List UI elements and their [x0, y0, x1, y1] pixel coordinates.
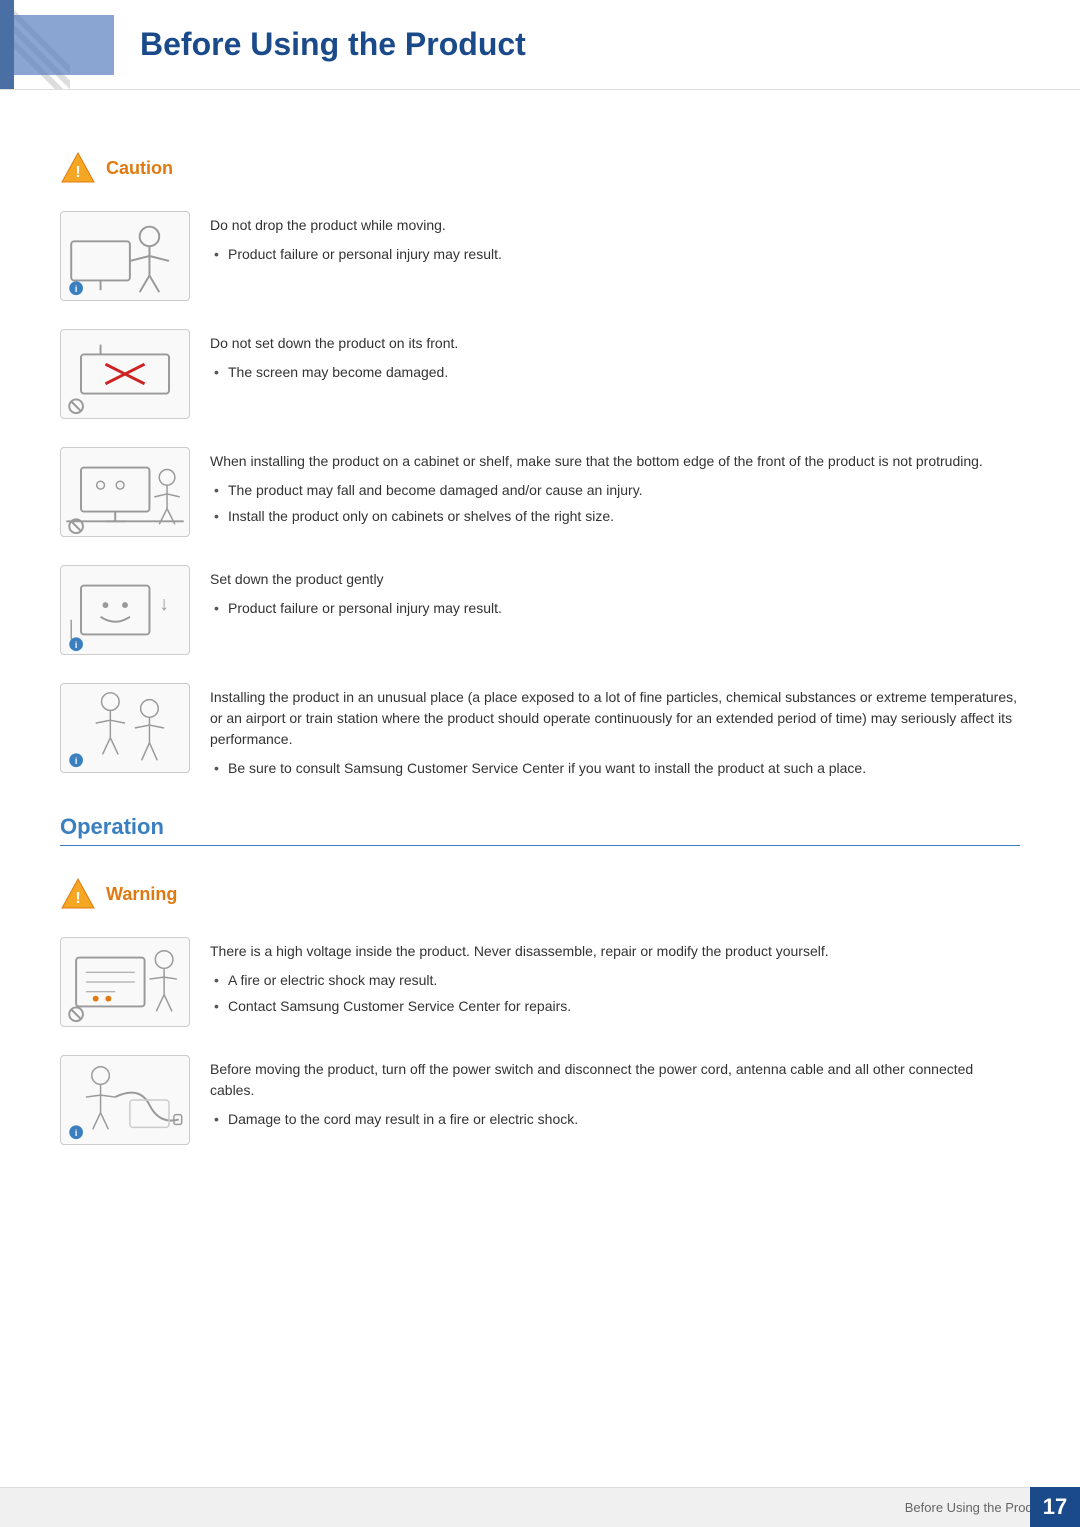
caution-icon-1: i [60, 211, 190, 301]
warning-header: ! Warning [60, 876, 1020, 912]
svg-text:!: ! [75, 164, 80, 181]
caution-icon-3 [60, 447, 190, 537]
page-title: Before Using the Product [140, 26, 526, 63]
caution-text-3: When installing the product on a cabinet… [210, 447, 1020, 532]
caution-icon-2 [60, 329, 190, 419]
caution-item-5: i Installing the product in an unusual p… [60, 683, 1020, 784]
caution-main-5: Installing the product in an unusual pla… [210, 687, 1020, 750]
warning-label: Warning [106, 884, 177, 905]
caution-bullets-2: The screen may become damaged. [210, 362, 1020, 383]
warning-icon: ! [60, 876, 96, 912]
warning-bullet-2-1: Damage to the cord may result in a fire … [210, 1109, 1020, 1130]
header-blue-block [14, 15, 114, 75]
caution-main-4: Set down the product gently [210, 569, 1020, 590]
caution-main-2: Do not set down the product on its front… [210, 333, 1020, 354]
svg-text:i: i [75, 284, 77, 294]
caution-text-4: Set down the product gently Product fail… [210, 565, 1020, 624]
caution-icon-5: i [60, 683, 190, 773]
caution-bullet-1-1: Product failure or personal injury may r… [210, 244, 1020, 265]
page-footer: Before Using the Product 17 [0, 1487, 1080, 1527]
caution-item-4: i ↓ Set down the product gently Product … [60, 565, 1020, 655]
svg-text:↓: ↓ [159, 593, 169, 615]
caution-bullets-5: Be sure to consult Samsung Customer Serv… [210, 758, 1020, 779]
warning-main-1: There is a high voltage inside the produ… [210, 941, 1020, 962]
svg-text:i: i [75, 640, 77, 650]
warning-main-2: Before moving the product, turn off the … [210, 1059, 1020, 1101]
caution-label: Caution [106, 158, 173, 179]
caution-bullet-4-1: Product failure or personal injury may r… [210, 598, 1020, 619]
page-number: 17 [1030, 1487, 1080, 1527]
caution-text-1: Do not drop the product while moving. Pr… [210, 211, 1020, 270]
svg-text:!: ! [75, 890, 80, 907]
warning-bullets-1: A fire or electric shock may result. Con… [210, 970, 1020, 1017]
operation-section-title: Operation [60, 814, 1020, 846]
caution-text-5: Installing the product in an unusual pla… [210, 683, 1020, 784]
svg-text:i: i [75, 756, 77, 766]
warning-text-1: There is a high voltage inside the produ… [210, 937, 1020, 1022]
warning-bullet-1-1: A fire or electric shock may result. [210, 970, 1020, 991]
warning-item-2: i Before moving the product, turn off th… [60, 1055, 1020, 1145]
caution-bullet-2-1: The screen may become damaged. [210, 362, 1020, 383]
caution-icon-4: i ↓ [60, 565, 190, 655]
svg-text:i: i [75, 1128, 77, 1138]
caution-icon: ! [60, 150, 96, 186]
caution-bullet-3-2: Install the product only on cabinets or … [210, 506, 1020, 527]
caution-item-3: When installing the product on a cabinet… [60, 447, 1020, 537]
warning-item-1: There is a high voltage inside the produ… [60, 937, 1020, 1027]
caution-main-1: Do not drop the product while moving. [210, 215, 1020, 236]
caution-main-3: When installing the product on a cabinet… [210, 451, 1020, 472]
warning-bullets-2: Damage to the cord may result in a fire … [210, 1109, 1020, 1130]
caution-text-2: Do not set down the product on its front… [210, 329, 1020, 388]
main-content: ! Caution i Do not drop the pr [0, 90, 1080, 1233]
caution-bullet-5-1: Be sure to consult Samsung Customer Serv… [210, 758, 1020, 779]
warning-icon-2: i [60, 1055, 190, 1145]
caution-bullet-3-1: The product may fall and become damaged … [210, 480, 1020, 501]
warning-bullet-1-2: Contact Samsung Customer Service Center … [210, 996, 1020, 1017]
caution-bullets-4: Product failure or personal injury may r… [210, 598, 1020, 619]
caution-header: ! Caution [60, 150, 1020, 186]
caution-bullets-1: Product failure or personal injury may r… [210, 244, 1020, 265]
caution-item-2: Do not set down the product on its front… [60, 329, 1020, 419]
caution-bullets-3: The product may fall and become damaged … [210, 480, 1020, 527]
caution-item-1: i Do not drop the product while moving. … [60, 211, 1020, 301]
warning-text-2: Before moving the product, turn off the … [210, 1055, 1020, 1135]
page-header: Before Using the Product [0, 0, 1080, 90]
header-accent-bar [0, 0, 14, 89]
footer-section-label: Before Using the Product [905, 1500, 1050, 1515]
warning-icon-1 [60, 937, 190, 1027]
